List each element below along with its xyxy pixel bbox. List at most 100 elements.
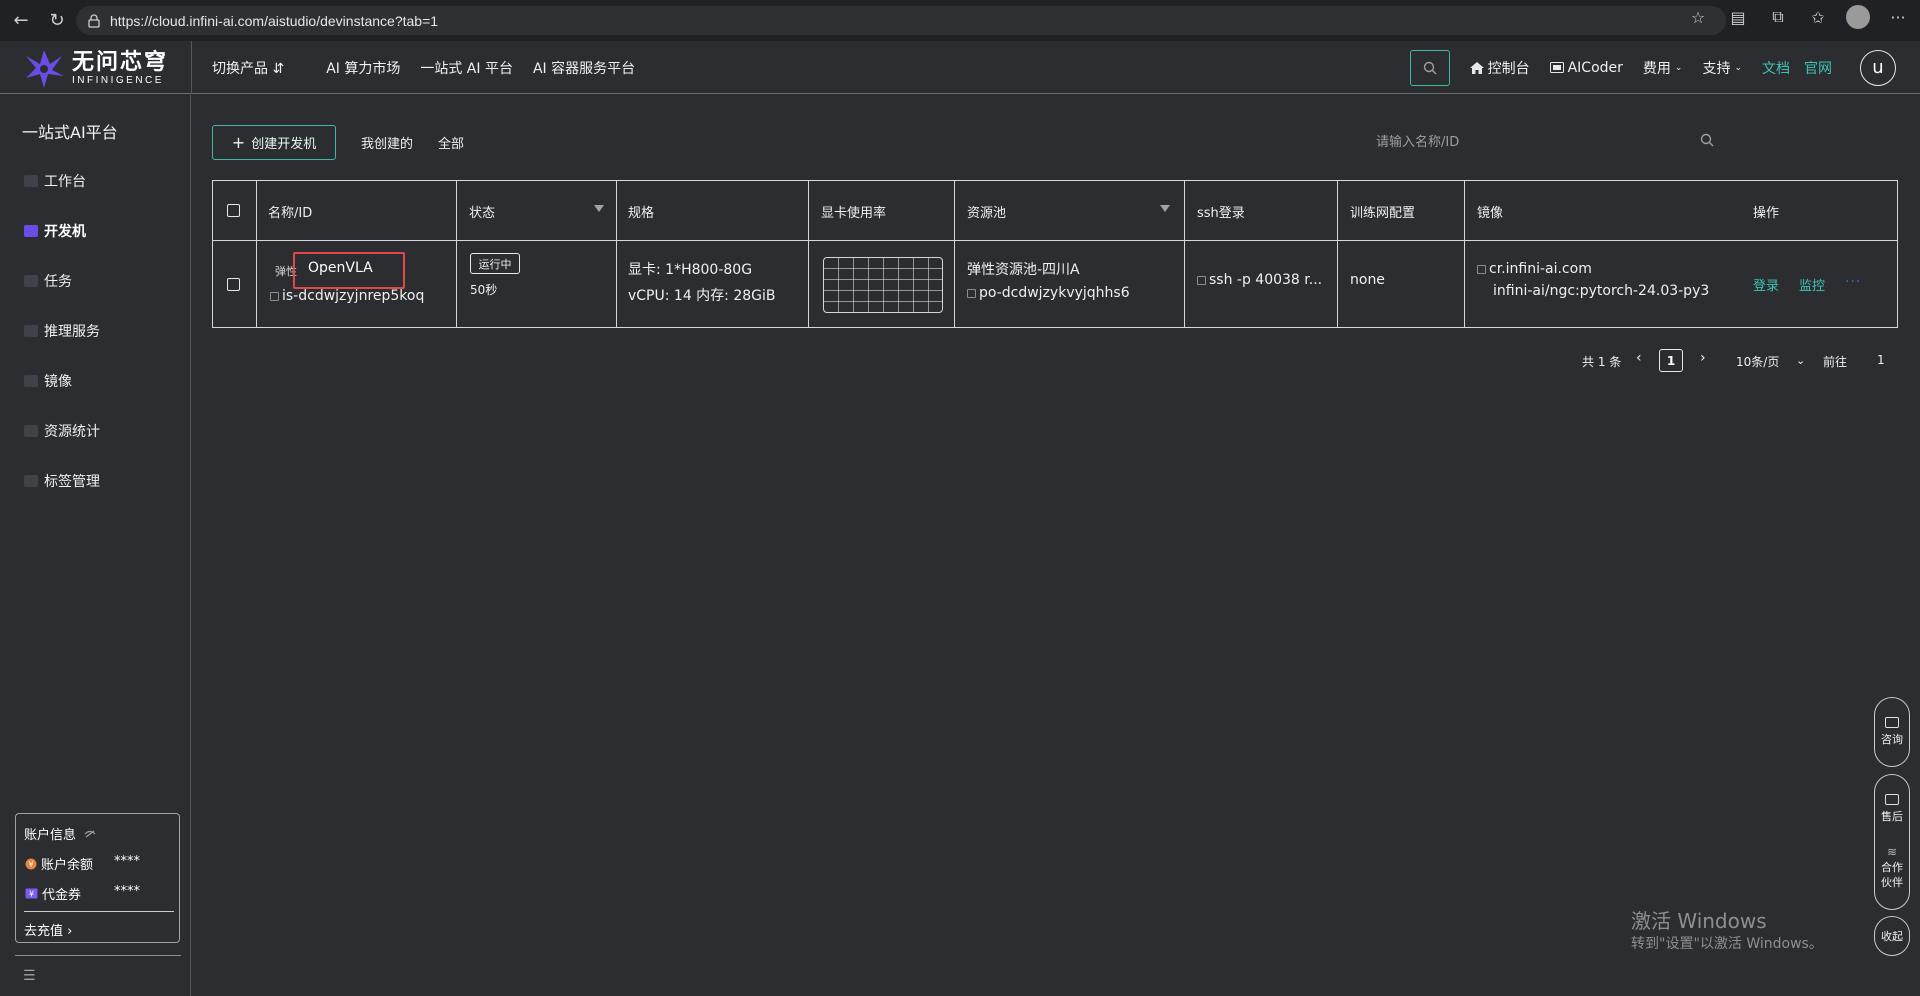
sidebar-item-devinstance[interactable]: 开发机 — [24, 221, 86, 241]
partner-label: 合作伙伴 — [1881, 861, 1903, 890]
after-sales-button[interactable]: 售后 — [1881, 793, 1903, 824]
create-devinstance-button[interactable]: + 创建开发机 — [212, 125, 336, 160]
profile-avatar[interactable] — [1846, 5, 1870, 29]
support-dock: 售后 ≋ 合作伙伴 — [1874, 774, 1910, 910]
extensions-icon[interactable]: ⧉ — [1766, 5, 1790, 29]
login-link[interactable]: 登录 — [1753, 275, 1779, 294]
voucher-icon: ¥ — [25, 888, 38, 899]
logo-text-cn: 无问芯穹 — [72, 49, 169, 75]
nav-compute-market[interactable]: AI 算力市场 — [326, 58, 400, 78]
account-card: 账户信息 ¥ 账户余额 **** ¥ 代金券 **** 去充值 › — [15, 813, 180, 943]
stats-icon — [24, 425, 38, 437]
header-search-button[interactable] — [1409, 49, 1450, 86]
filter-icon[interactable] — [1160, 205, 1170, 212]
url-text: https://cloud.infini-ai.com/aistudio/dev… — [110, 12, 439, 29]
header-divider — [191, 41, 192, 94]
plus-icon: + — [231, 133, 246, 152]
account-divider — [24, 911, 174, 912]
switch-product[interactable]: 切换产品 ⇵ — [212, 58, 284, 78]
browser-toolbar: ← ↻ https://cloud.infini-ai.com/aistudio… — [0, 0, 1920, 41]
tag-icon — [24, 475, 38, 487]
account-title-label: 账户信息 — [24, 828, 77, 843]
fees-menu[interactable]: 费用 ⌄ — [1643, 58, 1683, 78]
select-all-checkbox[interactable] — [227, 204, 240, 217]
row-checkbox[interactable] — [227, 278, 240, 291]
official-site-link[interactable]: 官网 — [1804, 58, 1832, 78]
voucher-label: 代金券 — [42, 888, 82, 903]
copy-icon[interactable] — [270, 291, 279, 301]
sidebar-item-tags[interactable]: 标签管理 — [24, 471, 100, 491]
spec-gpu: 显卡: 1*H800-80G — [628, 262, 753, 278]
page-size-select[interactable]: 10条/页 — [1736, 353, 1779, 370]
console-link[interactable]: 控制台 — [1469, 58, 1530, 78]
filter-icon[interactable] — [594, 205, 604, 212]
search-icon[interactable] — [1700, 133, 1714, 147]
status-badge: 运行中 — [470, 253, 520, 274]
network-config: none — [1350, 272, 1385, 288]
sidebar-item-resource-stats[interactable]: 资源统计 — [24, 421, 100, 441]
image-line2: infini-ai/ngc:pytorch-24.03-py3 — [1493, 283, 1710, 299]
star-icon[interactable]: ☆ — [1686, 5, 1710, 29]
back-icon[interactable]: ← — [6, 6, 36, 36]
console-label: 控制台 — [1487, 60, 1530, 77]
address-bar[interactable]: https://cloud.infini-ai.com/aistudio/dev… — [76, 6, 1726, 35]
collapse-button[interactable]: 收起 — [1874, 916, 1910, 956]
copy-icon[interactable] — [1197, 275, 1206, 285]
balance-icon: ¥ — [25, 858, 37, 869]
nav-container-platform[interactable]: AI 容器服务平台 — [533, 58, 635, 78]
sidebar-item-images[interactable]: 镜像 — [24, 371, 72, 391]
nav-ai-platform[interactable]: 一站式 AI 平台 — [420, 58, 513, 78]
voucher-row: ¥ 代金券 — [25, 884, 81, 903]
main-content: + 创建开发机 我创建的 全部 名称/ID 状态 规格 显卡使用率 资源池 ss… — [192, 95, 1920, 996]
support-menu[interactable]: 支持 ⌄ — [1702, 58, 1742, 78]
favorites-icon[interactable]: ✩ — [1806, 5, 1830, 29]
sidebar-item-label: 标签管理 — [44, 474, 100, 490]
partner-button[interactable]: ≋ 合作伙伴 — [1879, 845, 1905, 890]
create-label: 创建开发机 — [251, 137, 317, 152]
current-page[interactable]: 1 — [1659, 349, 1683, 372]
aicoder-label: AICoder — [1567, 59, 1623, 76]
sidebar-item-inference[interactable]: 推理服务 — [24, 321, 100, 341]
chevron-right-icon: › — [67, 924, 73, 939]
reload-icon[interactable]: ↻ — [42, 6, 72, 36]
run-duration: 50秒 — [470, 283, 498, 297]
next-page-icon[interactable]: › — [1700, 350, 1706, 366]
sidebar: 一站式AI平台 工作台 开发机 任务 推理服务 镜像 资源统计 标签管理 账户信… — [0, 95, 191, 996]
logo-text-en: INFINIGENCE — [72, 74, 164, 86]
logo[interactable]: 无问芯穹 INFINIGENCE — [22, 46, 168, 90]
recharge-link[interactable]: 去充值 › — [24, 920, 72, 939]
search-icon — [1423, 61, 1437, 74]
instance-table: 名称/ID 状态 规格 显卡使用率 资源池 ssh登录 训练网配置 镜像 操作 … — [212, 180, 1898, 328]
image-icon — [24, 375, 38, 387]
copy-icon[interactable] — [967, 288, 976, 298]
search-input[interactable] — [1368, 125, 1718, 159]
prev-page-icon[interactable]: ‹ — [1636, 350, 1642, 366]
docs-link[interactable]: 文档 — [1762, 58, 1790, 78]
sidebar-item-label: 资源统计 — [44, 424, 100, 440]
chevron-down-icon[interactable]: ⌄ — [1796, 354, 1805, 367]
home-icon — [1469, 61, 1484, 74]
consult-button[interactable]: 咨询 — [1874, 697, 1910, 767]
table-header: 名称/ID 状态 规格 显卡使用率 资源池 ssh登录 训练网配置 镜像 操作 — [213, 181, 1897, 241]
goto-input[interactable]: 1 — [1877, 353, 1885, 367]
menu-collapse-icon[interactable]: ☰ — [23, 968, 36, 984]
aicoder-link[interactable]: AICoder — [1549, 59, 1623, 76]
sidebar-item-workbench[interactable]: 工作台 — [24, 171, 86, 191]
devinstance-icon — [24, 225, 38, 237]
spec-cpu: vCPU: 14 内存: 28GiB — [628, 288, 776, 304]
more-icon[interactable]: ··· — [1886, 5, 1910, 29]
more-actions-icon[interactable]: ··· — [1845, 274, 1861, 290]
reader-icon[interactable]: ▤ — [1726, 5, 1750, 29]
sidebar-bottom-divider — [15, 955, 181, 956]
monitor-link[interactable]: 监控 — [1799, 275, 1825, 294]
instance-name[interactable]: OpenVLA — [308, 260, 373, 276]
tab-all[interactable]: 全部 — [438, 133, 464, 152]
copy-icon[interactable] — [1477, 264, 1486, 274]
tab-mine[interactable]: 我创建的 — [361, 133, 413, 152]
eye-off-icon[interactable] — [84, 830, 96, 838]
user-avatar[interactable]: u — [1860, 49, 1896, 86]
instance-id: is-dcdwjzyjnrep5koq — [270, 288, 424, 304]
chevron-down-icon: ⌄ — [1674, 62, 1683, 73]
sidebar-item-tasks[interactable]: 任务 — [24, 271, 72, 291]
pool-name: 弹性资源池-四川A — [967, 262, 1080, 278]
